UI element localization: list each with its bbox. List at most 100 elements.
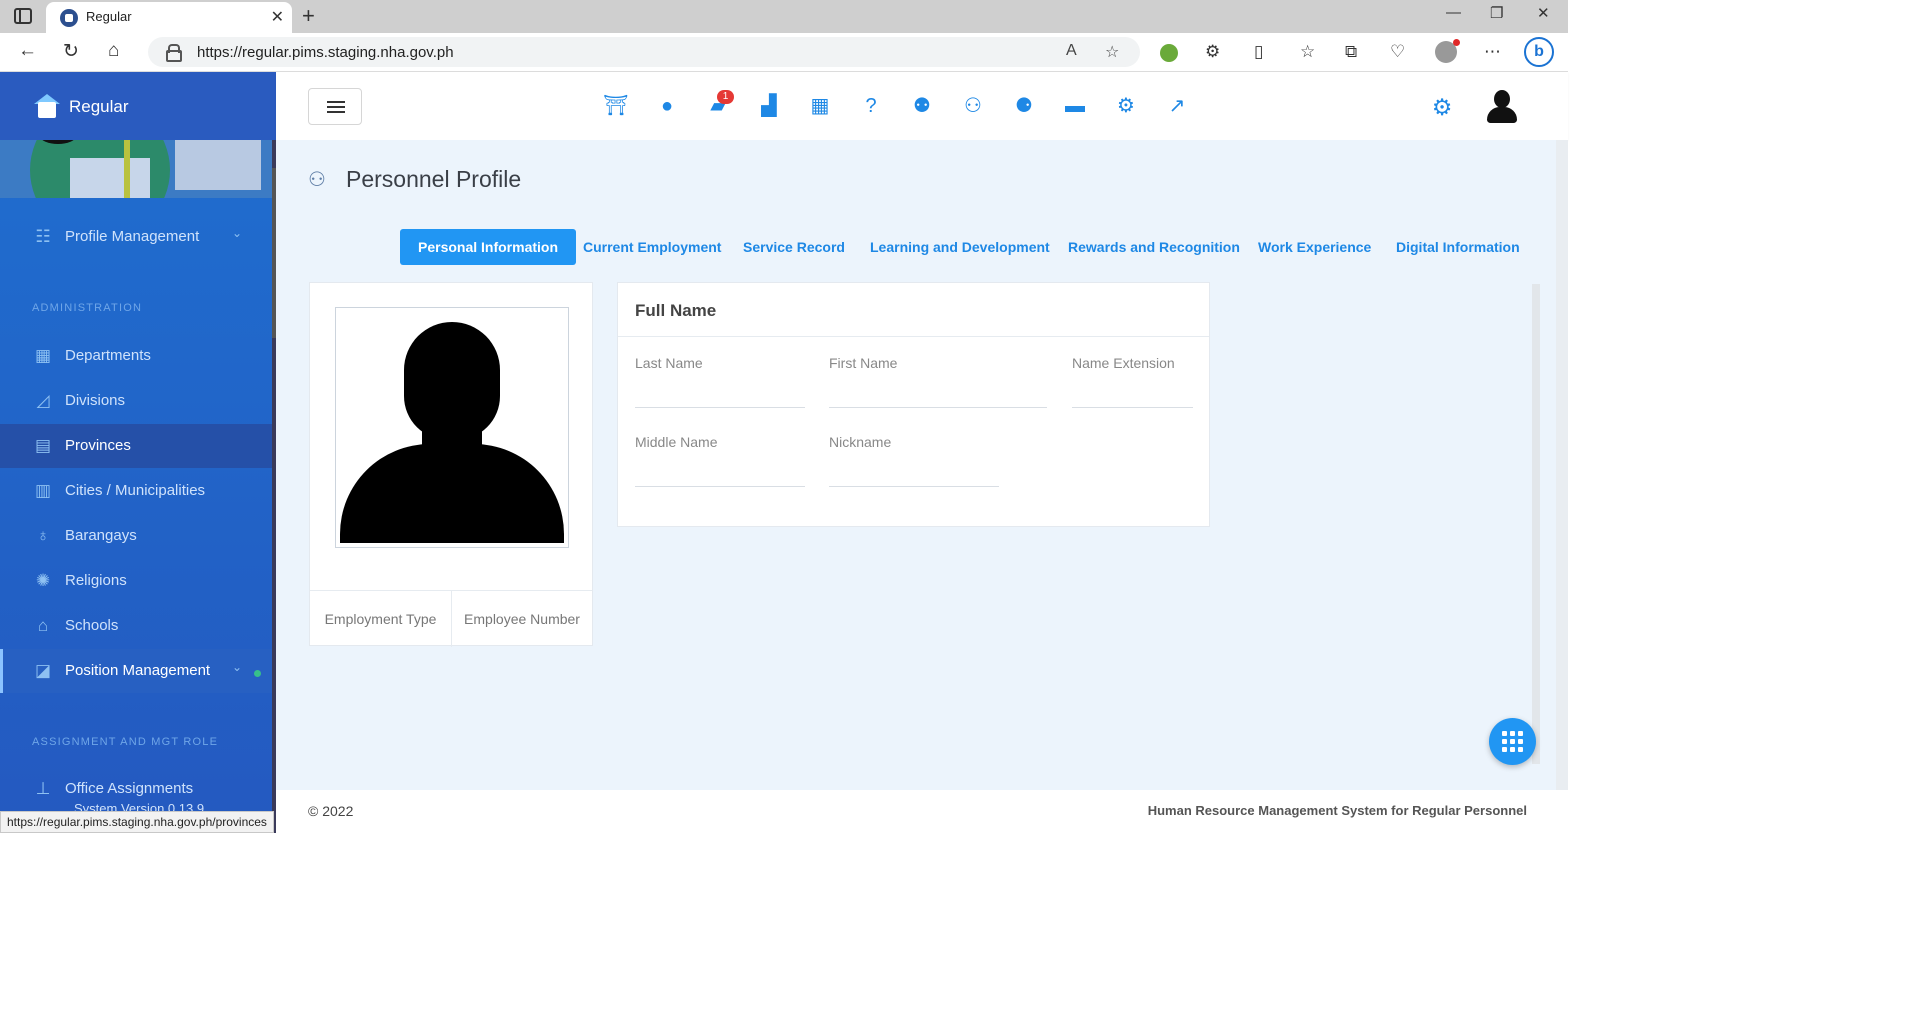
- close-window-button[interactable]: ✕: [1537, 4, 1550, 22]
- tab-rewards-recognition[interactable]: Rewards and Recognition: [1050, 229, 1258, 265]
- footer: © 2022 Human Resource Management System …: [276, 790, 1568, 833]
- browser-tab[interactable]: Regular ✕: [46, 2, 292, 33]
- nickname-field[interactable]: Nickname: [829, 434, 999, 487]
- tab-digital-information[interactable]: Digital Information: [1378, 229, 1538, 265]
- tab-service-record[interactable]: Service Record: [725, 229, 863, 265]
- tab-work-experience[interactable]: Work Experience: [1240, 229, 1389, 265]
- section-label-assignment: ASSIGNMENT AND MGT ROLE: [32, 736, 219, 748]
- chevron-down-icon: ⌄: [232, 226, 243, 240]
- more-menu-icon[interactable]: ⋯: [1484, 42, 1501, 62]
- url-text[interactable]: https://regular.pims.staging.nha.gov.ph: [197, 44, 454, 61]
- middle-name-underline: [635, 486, 805, 487]
- profile-avatar-icon[interactable]: [1435, 39, 1460, 63]
- employee-number-label: Employee Number: [451, 591, 592, 647]
- favorite-star-icon[interactable]: ☆: [1105, 42, 1119, 62]
- system-name: Human Resource Management System for Reg…: [1147, 803, 1527, 818]
- menu-toggle-button[interactable]: [308, 88, 362, 125]
- sidebar-item-label: Provinces: [65, 437, 131, 454]
- refresh-icon[interactable]: ↻: [63, 40, 79, 63]
- sidebar-item-label: Position Management: [65, 662, 211, 679]
- middle-name-field[interactable]: Middle Name: [635, 434, 805, 487]
- content-scrollbar[interactable]: [1532, 284, 1540, 764]
- user-avatar[interactable]: [1485, 90, 1519, 124]
- sidebar-item-profile-management[interactable]: ☷ Profile Management ⌄: [0, 215, 272, 259]
- help-icon[interactable]: ?: [858, 94, 884, 118]
- personnel-icon: ⚇: [308, 169, 326, 191]
- map-icon: ▤: [34, 436, 52, 455]
- pin-icon: ⊥: [35, 779, 51, 798]
- name-extension-field[interactable]: Name Extension: [1072, 355, 1193, 408]
- status-dot: [254, 670, 261, 677]
- browser-tab-bar: Regular ✕ + — ❐ ✕: [0, 0, 1568, 33]
- brand-logo-icon: [32, 92, 62, 120]
- sidebar-item-religions[interactable]: ✺ Religions: [0, 559, 272, 603]
- first-name-field[interactable]: First Name: [829, 355, 1047, 408]
- sidebar-item-position-management[interactable]: ◪ Position Management ⌄: [0, 649, 272, 693]
- new-tab-button[interactable]: +: [302, 3, 315, 29]
- employment-type-label: Employment Type: [324, 611, 437, 627]
- status-url: https://regular.pims.staging.nha.gov.ph/…: [0, 811, 274, 833]
- favorites-icon[interactable]: ☆: [1300, 42, 1315, 62]
- tab-personal-information[interactable]: Personal Information: [400, 229, 577, 265]
- notification-badge: 1: [717, 90, 734, 104]
- full-name-card: Full Name Last Name First Name Name Exte…: [617, 282, 1210, 527]
- app-topbar: ⛩ ● ▰ 1 ▟ ▦ ? ⚉ ⚇ ⚈ ▬ ⚙ ↗ ⚙: [276, 72, 1568, 140]
- lock-icon[interactable]: [166, 44, 182, 62]
- building-icon: ▦: [34, 346, 52, 365]
- last-name-underline: [635, 407, 805, 408]
- sidebar-item-barangays[interactable]: ♁ Barangays: [0, 514, 272, 558]
- profile-photo-card: Employment Type Employee Number: [309, 282, 593, 647]
- group-alt-icon[interactable]: ⚇: [960, 94, 986, 118]
- chevron-down-icon: ⌄: [232, 660, 243, 674]
- sidebar-item-label: Departments: [65, 347, 151, 364]
- door-icon[interactable]: ▟: [756, 94, 782, 118]
- trend-icon[interactable]: ↗: [1164, 94, 1190, 118]
- sidebar-item-departments[interactable]: ▦ Departments: [0, 334, 272, 378]
- page-title: Personnel Profile: [346, 166, 522, 192]
- page-scrollbar-track[interactable]: [1556, 140, 1568, 790]
- chart-area-icon: ◿: [36, 391, 50, 410]
- back-icon[interactable]: ←: [18, 40, 37, 62]
- settings-icon[interactable]: ⚙: [1429, 94, 1455, 120]
- browser-essentials-icon[interactable]: ♡: [1390, 42, 1405, 62]
- sidebar-item-label: Barangays: [65, 527, 137, 544]
- people-icon[interactable]: ⚈: [1011, 94, 1037, 118]
- last-name-label: Last Name: [635, 355, 703, 371]
- last-name-field[interactable]: Last Name: [635, 355, 805, 408]
- tab-close-icon[interactable]: ✕: [271, 7, 284, 27]
- brand[interactable]: Regular: [0, 72, 276, 140]
- apps-fab-button[interactable]: [1489, 718, 1536, 765]
- tab-actions-icon[interactable]: [14, 8, 32, 24]
- sidebar-item-label: Religions: [65, 572, 127, 589]
- sidebar-item-label: Office Assignments: [65, 780, 194, 797]
- bing-copilot-icon[interactable]: b: [1524, 37, 1554, 67]
- extension-globe-icon[interactable]: [1160, 44, 1178, 62]
- extensions-icon[interactable]: ⚙: [1205, 42, 1220, 62]
- sidebar-item-divisions[interactable]: ◿ Divisions: [0, 379, 272, 423]
- profile-photo[interactable]: [335, 307, 569, 548]
- split-screen-icon[interactable]: ▯: [1254, 42, 1263, 62]
- name-extension-underline: [1072, 407, 1193, 408]
- chart-line-icon: ◪: [34, 661, 52, 680]
- minimize-button[interactable]: —: [1446, 4, 1461, 21]
- browser-address-bar: ← ↻ ⌂ https://regular.pims.staging.nha.g…: [0, 33, 1568, 72]
- group-icon[interactable]: ⚉: [909, 94, 935, 118]
- user-icon[interactable]: ●: [654, 94, 680, 118]
- tab-current-employment[interactable]: Current Employment: [565, 229, 739, 265]
- calendar-icon[interactable]: ▦: [807, 94, 833, 118]
- cog-icon[interactable]: ⚙: [1113, 94, 1139, 118]
- tab-learning-development[interactable]: Learning and Development: [852, 229, 1068, 265]
- url-field[interactable]: https://regular.pims.staging.nha.gov.ph …: [148, 37, 1140, 67]
- wallet-icon[interactable]: ▬: [1062, 94, 1088, 118]
- restore-button[interactable]: ❐: [1490, 4, 1503, 22]
- sidebar-item-cities[interactable]: ▥ Cities / Municipalities: [0, 469, 272, 513]
- collections-icon[interactable]: ⧉: [1345, 42, 1357, 62]
- read-aloud-icon[interactable]: A: [1066, 42, 1077, 60]
- section-label-administration: ADMINISTRATION: [32, 302, 143, 314]
- gateway-icon[interactable]: ⛩: [603, 94, 629, 118]
- sidebar-item-schools[interactable]: ⌂ Schools: [0, 604, 272, 648]
- tab-title: Regular: [86, 9, 132, 24]
- home-icon[interactable]: ⌂: [108, 40, 119, 62]
- card-header: Full Name: [618, 283, 1209, 337]
- sidebar-item-provinces[interactable]: ▤ Provinces: [0, 424, 272, 468]
